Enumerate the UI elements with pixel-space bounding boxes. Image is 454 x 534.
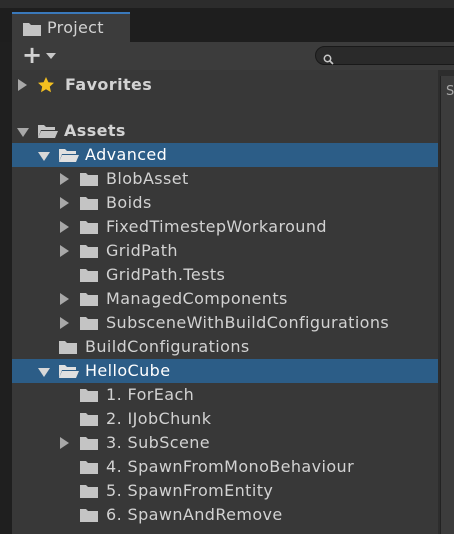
tree-item-label: GridPath.Tests — [106, 265, 226, 284]
expand-arrow-icon[interactable] — [60, 437, 69, 449]
folder-icon — [22, 21, 42, 41]
tab-project[interactable]: Project — [12, 12, 130, 42]
tree-item-advanced[interactable]: Advanced — [12, 143, 438, 167]
tree-item-label: 5. SpawnFromEntity — [106, 481, 274, 500]
collapse-arrow-icon[interactable] — [38, 152, 50, 161]
project-toolbar: + — [12, 41, 454, 71]
expand-arrow-icon[interactable] — [60, 173, 69, 185]
tree-item-spawnfrommonobehaviour[interactable]: 4. SpawnFromMonoBehaviour — [12, 455, 438, 479]
search-input[interactable] — [315, 46, 454, 65]
tree-item-label: ManagedComponents — [106, 289, 288, 308]
tree-item-label: BlobAsset — [106, 169, 189, 188]
tree-item-label: 1. ForEach — [106, 385, 195, 404]
inspector-panel: S — [440, 76, 454, 534]
tree-item-label: FixedTimestepWorkaround — [106, 217, 327, 236]
open-folder-icon — [58, 363, 80, 383]
tree-item-label: BuildConfigurations — [85, 337, 250, 356]
folder-icon — [79, 483, 99, 503]
folder-icon — [79, 435, 99, 455]
collapse-arrow-icon[interactable] — [38, 368, 50, 377]
tree-item-label: 2. IJobChunk — [106, 409, 212, 428]
folder-icon — [79, 195, 99, 215]
expand-arrow-icon[interactable] — [18, 79, 27, 91]
folder-icon — [79, 243, 99, 263]
tab-title: Project — [47, 18, 104, 37]
tree-item-label: 4. SpawnFromMonoBehaviour — [106, 457, 355, 476]
search-icon — [323, 50, 334, 69]
tree-item-hellocube[interactable]: HelloCube — [12, 359, 438, 383]
tree-item-label: 3. SubScene — [106, 433, 210, 452]
tree-item-subscene[interactable]: 3. SubScene — [12, 431, 438, 455]
tree-item-boids[interactable]: Boids — [12, 191, 438, 215]
tree-item-label: GridPath — [106, 241, 178, 260]
tree-item-subscenewithbuildconfigurations[interactable]: SubsceneWithBuildConfigurations — [12, 311, 438, 335]
expand-arrow-icon[interactable] — [60, 245, 69, 257]
expand-arrow-icon[interactable] — [60, 317, 69, 329]
inspector-panel-letter: S — [446, 84, 454, 99]
project-window: Project + Favorites Assets Advanced Blob… — [0, 0, 454, 534]
folder-icon — [79, 315, 99, 335]
tree-item-label: 6. SpawnAndRemove — [106, 505, 283, 524]
tree-item-buildconfigurations[interactable]: BuildConfigurations — [12, 335, 438, 359]
tree-item-gridpath-tests[interactable]: GridPath.Tests — [12, 263, 438, 287]
project-tree: Favorites Assets Advanced BlobAsset Boid… — [12, 70, 438, 534]
tree-item-spawnfromentity[interactable]: 5. SpawnFromEntity — [12, 479, 438, 503]
tree-item-spawnandremove[interactable]: 6. SpawnAndRemove — [12, 503, 438, 527]
tree-item-label: HelloCube — [85, 361, 171, 380]
tree-item-favorites[interactable]: Favorites — [12, 73, 438, 97]
tree-item-ijobchunk[interactable]: 2. IJobChunk — [12, 407, 438, 431]
folder-icon — [79, 507, 99, 527]
tree-item-label: SubsceneWithBuildConfigurations — [106, 313, 390, 332]
open-folder-icon — [37, 123, 59, 143]
collapse-arrow-icon[interactable] — [17, 128, 29, 137]
chevron-down-icon — [46, 53, 56, 59]
expand-arrow-icon[interactable] — [60, 293, 69, 305]
expand-arrow-icon[interactable] — [60, 221, 69, 233]
folder-icon — [79, 411, 99, 431]
tree-item-cutoff — [50, 528, 410, 534]
folder-icon — [79, 219, 99, 239]
tree-item-gridpath[interactable]: GridPath — [12, 239, 438, 263]
star-icon — [37, 76, 55, 98]
tree-item-blobasset[interactable]: BlobAsset — [12, 167, 438, 191]
tree-item-label: Boids — [106, 193, 152, 212]
folder-icon — [58, 339, 78, 359]
tree-item-managedcomponents[interactable]: ManagedComponents — [12, 287, 438, 311]
folder-icon — [79, 459, 99, 479]
tree-item-label: Advanced — [85, 145, 168, 164]
tree-item-assets[interactable]: Assets — [12, 119, 438, 143]
plus-icon: + — [22, 41, 43, 69]
tree-item-fixedtimestepworkaround[interactable]: FixedTimestepWorkaround — [12, 215, 438, 239]
create-dropdown-button[interactable]: + — [20, 41, 60, 69]
tab-bar: Project — [0, 0, 454, 42]
folder-icon — [79, 387, 99, 407]
open-folder-icon — [58, 147, 80, 167]
expand-arrow-icon[interactable] — [60, 197, 69, 209]
folder-icon — [79, 171, 99, 191]
window-top-border — [0, 0, 454, 8]
folder-icon — [79, 291, 99, 311]
tree-item-foreach[interactable]: 1. ForEach — [12, 383, 438, 407]
tree-item-label: Assets — [64, 121, 126, 140]
tree-item-label: Favorites — [65, 75, 153, 94]
inspector-panel-edge: S — [438, 70, 454, 534]
folder-icon — [79, 267, 99, 287]
